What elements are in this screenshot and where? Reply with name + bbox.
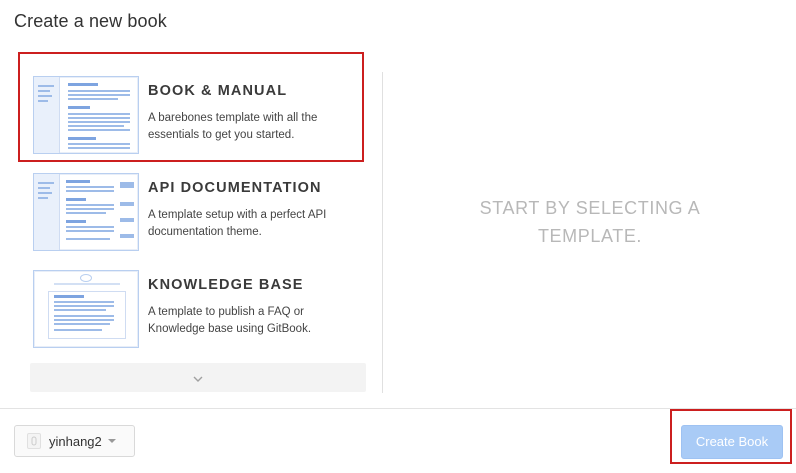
template-api-documentation[interactable]: API DOCUMENTATION A template setup with …: [20, 151, 362, 257]
panel-divider: [382, 72, 383, 393]
template-name: API DOCUMENTATION: [148, 180, 322, 196]
template-description: A template setup with a perfect API docu…: [148, 209, 327, 238]
template-description: A barebones template with all the essent…: [148, 112, 318, 141]
template-knowledge-base[interactable]: KNOWLEDGE BASE A template to publish a F…: [20, 248, 362, 354]
show-more-templates-button[interactable]: [30, 363, 366, 392]
template-preview-placeholder: START BY SELECTING A TEMPLATE.: [479, 198, 701, 246]
caret-down-icon: [107, 439, 116, 443]
template-name: KNOWLEDGE BASE: [148, 277, 304, 293]
owner-select[interactable]: yinhang2: [14, 425, 135, 457]
template-book-manual[interactable]: BOOK & MANUAL A barebones template with …: [18, 52, 364, 162]
create-book-button[interactable]: Create Book: [681, 425, 783, 459]
api-template-thumbnail: [33, 173, 139, 251]
owner-label: yinhang2: [49, 433, 102, 449]
avatar-icon: [27, 433, 41, 449]
template-description: A template to publish a FAQ or Knowledge…: [148, 306, 312, 335]
template-list: BOOK & MANUAL A barebones template with …: [14, 52, 370, 394]
book-template-thumbnail: [33, 76, 139, 154]
template-name: BOOK & MANUAL: [148, 83, 288, 99]
create-book-highlight: Create Book: [670, 409, 792, 464]
chevron-down-icon: [193, 371, 203, 385]
kb-template-thumbnail: [33, 270, 139, 348]
dialog-title: Create a new book: [14, 11, 167, 31]
